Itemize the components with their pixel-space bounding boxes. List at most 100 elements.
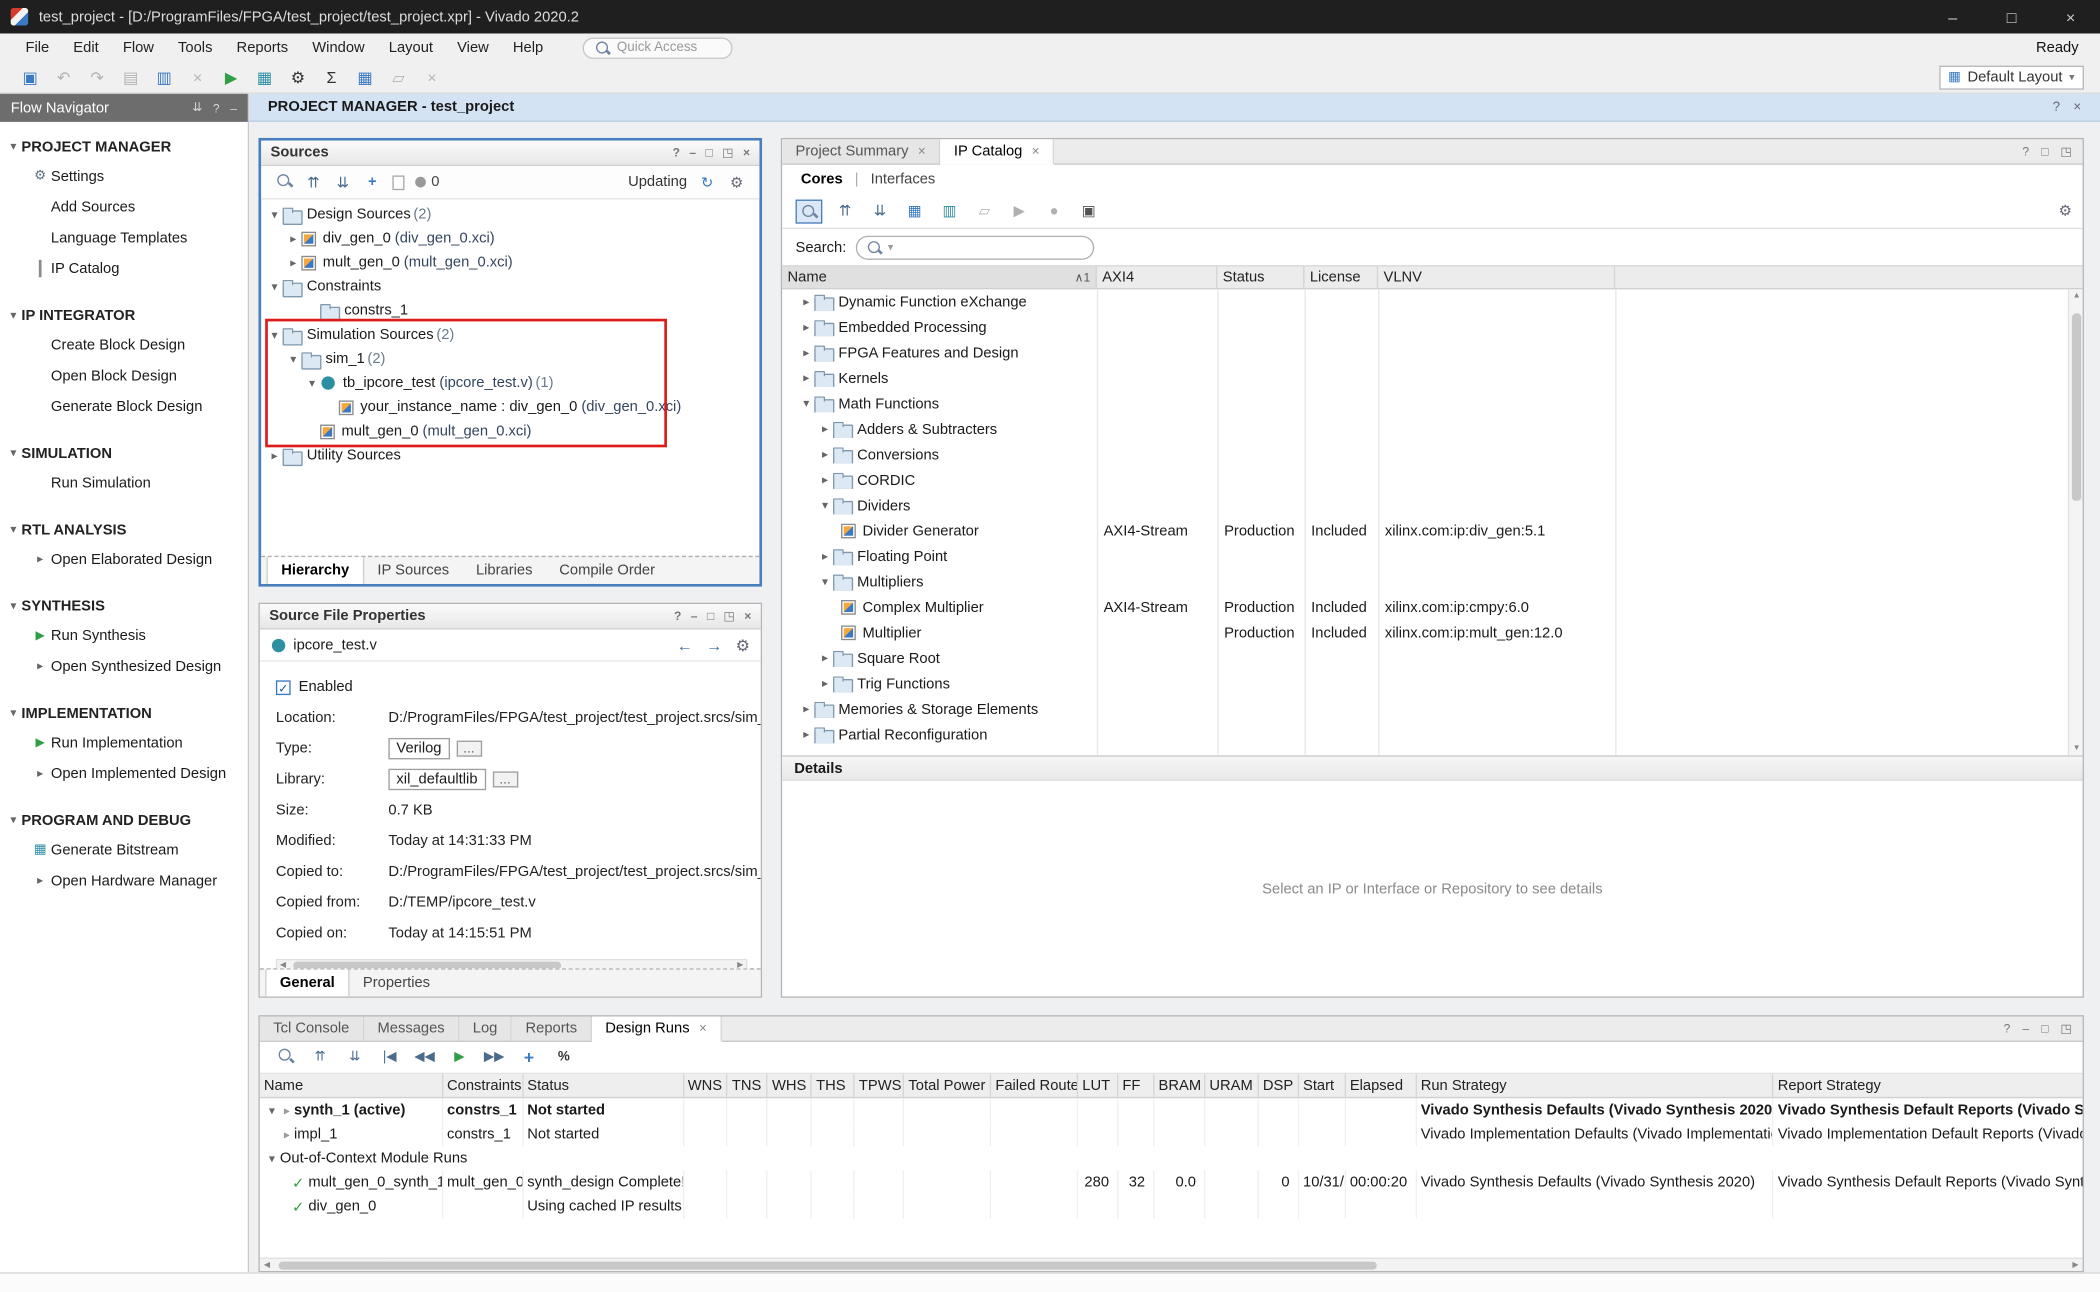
float-icon[interactable]: ◳ [2060, 1021, 2071, 1036]
flow-item-settings[interactable]: ⚙Settings [0, 161, 248, 192]
ipcat-row-partial-reconfiguration[interactable]: ▸Partial Reconfiguration [782, 722, 2082, 747]
forward-icon[interactable]: → [706, 635, 722, 654]
menu-file[interactable]: File [13, 40, 61, 56]
chevron-down-icon[interactable]: ▾ [304, 376, 320, 391]
chevron-right-icon[interactable]: ▸ [817, 473, 833, 488]
float-icon[interactable]: ◳ [2060, 144, 2071, 159]
undo-icon[interactable]: ↶ [47, 68, 80, 87]
column-status[interactable]: Status [1217, 267, 1304, 288]
tree-row-div-gen-0[interactable]: ▸div_gen_0 (div_gen_0.xci) [261, 226, 759, 250]
ip-search-input[interactable]: ▾ [856, 235, 1094, 259]
vertical-scrollbar[interactable]: ▲ ▼ [2068, 289, 2083, 755]
chevron-right-icon[interactable]: ▸ [267, 448, 283, 463]
ipcat-row-adders-subtracters[interactable]: ▸Adders & Subtracters [782, 417, 2082, 442]
maximize-icon[interactable]: □ [2041, 1022, 2048, 1035]
column-license[interactable]: License [1304, 267, 1378, 288]
flow-item-open-block-design[interactable]: Open Block Design [0, 360, 248, 391]
scrollbar-thumb[interactable] [279, 1262, 1377, 1270]
flow-item-run-implementation[interactable]: ▶Run Implementation [0, 727, 248, 758]
minimize-icon[interactable]: – [689, 146, 696, 159]
run-row-synth-1[interactable]: ▾▸synth_1 (active) constrs_1 Not started… [260, 1098, 2083, 1122]
column-whs[interactable]: WHS [768, 1074, 812, 1097]
ipcat-row-complex-multiplier[interactable]: Complex MultiplierAXI4-StreamProductionI… [782, 595, 2082, 620]
delete-icon[interactable]: × [181, 68, 214, 87]
tab-properties[interactable]: Properties [350, 970, 444, 997]
help-icon[interactable]: ? [673, 146, 680, 159]
chevron-down-icon[interactable]: ▾ [817, 575, 833, 590]
close-icon[interactable]: × [743, 146, 750, 159]
close-icon[interactable]: × [918, 144, 926, 159]
chevron-down-icon[interactable]: ▾ [798, 396, 814, 411]
column-tpws[interactable]: TPWS [855, 1074, 904, 1097]
chevron-right-icon[interactable]: ▸ [798, 320, 814, 335]
tab-design-runs[interactable]: Design Runs× [592, 1017, 722, 1042]
sigma-icon[interactable]: Σ [315, 68, 348, 87]
column-axi4[interactable]: AXI4 [1097, 267, 1218, 288]
ipcat-row-square-root[interactable]: ▸Square Root [782, 646, 2082, 671]
back-icon[interactable]: ← [677, 635, 693, 654]
window-maximize-button[interactable]: □ [1982, 0, 2041, 33]
menu-edit[interactable]: Edit [61, 40, 111, 56]
menu-help[interactable]: Help [501, 40, 555, 56]
ipcat-row-trig-functions[interactable]: ▸Trig Functions [782, 671, 2082, 696]
ipcat-row-floating-point[interactable]: ▸Floating Point [782, 544, 2082, 569]
gear-icon[interactable]: ⚙ [736, 635, 750, 654]
expand-all-icon[interactable]: ⇊ [338, 1050, 373, 1065]
column-status[interactable]: Status [523, 1074, 683, 1097]
tab-libraries[interactable]: Libraries [463, 557, 546, 584]
browse-library-button[interactable]: … [492, 771, 517, 787]
type-input[interactable]: Verilog [388, 737, 449, 758]
step-back-icon[interactable]: ◀◀ [407, 1050, 442, 1065]
column-constraints[interactable]: Constraints [443, 1074, 523, 1097]
ipcat-row-embedded-processing[interactable]: ▸Embedded Processing [782, 315, 2082, 340]
tab-hierarchy[interactable]: Hierarchy [267, 557, 364, 584]
library-input[interactable]: xil_defaultlib [388, 768, 485, 789]
fast-forward-icon[interactable]: ▶▶ [477, 1050, 512, 1065]
chevron-right-icon[interactable]: ▸ [37, 873, 43, 886]
flow-item-open-hardware-manager[interactable]: ▸Open Hardware Manager [0, 865, 248, 896]
column-uram[interactable]: URAM [1205, 1074, 1259, 1097]
ipcat-row-multiplier[interactable]: MultiplierProductionIncludedxilinx.com:i… [782, 620, 2082, 645]
hierarchy-view-icon[interactable]: ▥ [932, 202, 967, 219]
chevron-down-icon[interactable]: ▾ [267, 327, 283, 342]
column-wns[interactable]: WNS [684, 1074, 728, 1097]
horizontal-scrollbar[interactable]: ◀ ▶ [276, 959, 747, 968]
tree-row-constraints[interactable]: ▾Constraints [261, 275, 759, 299]
minimize-icon[interactable]: – [2022, 1022, 2029, 1035]
chevron-right-icon[interactable]: ▸ [817, 676, 833, 691]
chevron-right-icon[interactable]: ▸ [798, 371, 814, 386]
chevron-right-icon[interactable]: ▸ [798, 295, 814, 310]
ipcat-row-memories-storage[interactable]: ▸Memories & Storage Elements [782, 696, 2082, 721]
scroll-right-icon[interactable]: ▶ [737, 960, 743, 968]
chevron-right-icon[interactable]: ▸ [798, 702, 814, 717]
chevron-right-icon[interactable]: ▸ [798, 346, 814, 361]
menu-flow[interactable]: Flow [111, 40, 166, 56]
tree-row-tb-ipcore-test[interactable]: ▾tb_ipcore_test (ipcore_test.v) (1) [261, 371, 759, 395]
scrollbar-thumb[interactable] [2072, 313, 2081, 501]
expand-all-icon[interactable]: ⇊ [192, 100, 202, 115]
chevron-right-icon[interactable]: ▸ [285, 255, 301, 270]
paste-icon[interactable]: ▥ [147, 68, 180, 87]
float-icon[interactable]: ◳ [722, 145, 733, 160]
cancel-icon[interactable]: × [415, 68, 448, 87]
messages-badge[interactable]: 0 [415, 174, 439, 190]
collapse-all-icon[interactable]: ⇈ [303, 1050, 338, 1065]
ipcat-row-conversions[interactable]: ▸Conversions [782, 442, 2082, 467]
view-interfaces[interactable]: Interfaces [871, 171, 936, 187]
status-circle-icon[interactable]: ● [1037, 203, 1072, 219]
column-dsp[interactable]: DSP [1259, 1074, 1299, 1097]
gear-icon[interactable]: ⚙ [2048, 202, 2083, 219]
ipcat-row-fpga-features[interactable]: ▸FPGA Features and Design [782, 340, 2082, 365]
expand-all-icon[interactable]: ⇊ [328, 173, 357, 190]
edit-icon[interactable]: ▱ [382, 68, 415, 87]
view-cores[interactable]: Cores [801, 171, 843, 187]
maximize-icon[interactable]: □ [707, 609, 714, 622]
report-icon[interactable]: ▦ [348, 68, 381, 87]
help-icon[interactable]: ? [2022, 145, 2029, 158]
chevron-right-icon[interactable]: ▸ [37, 659, 43, 672]
tree-row-mult-gen-0[interactable]: ▸mult_gen_0 (mult_gen_0.xci) [261, 250, 759, 274]
close-icon[interactable]: × [2073, 100, 2081, 115]
column-report-strategy[interactable]: Report Strategy [1774, 1074, 2083, 1097]
chevron-down-icon[interactable]: ▾ [267, 207, 283, 222]
column-failed-routes[interactable]: Failed Routes [991, 1074, 1078, 1097]
